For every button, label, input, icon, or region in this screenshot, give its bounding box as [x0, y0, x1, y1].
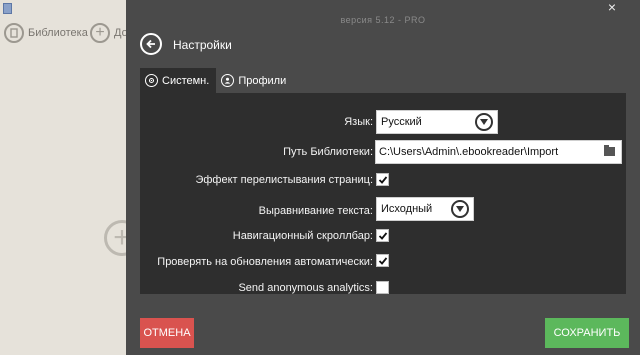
library-path-label: Путь Библиотеки:: [283, 146, 373, 158]
language-label: Язык:: [344, 116, 373, 128]
analytics-label: Send anonymous analytics:: [238, 282, 373, 294]
language-value: Русский: [381, 116, 422, 128]
page-turn-row: Эффект перелистывания страниц:: [140, 171, 626, 191]
alignment-value: Исходный: [381, 203, 433, 215]
auto-update-checkbox[interactable]: [376, 254, 389, 267]
language-row: Язык: Русский: [140, 110, 626, 134]
user-icon: [221, 74, 235, 87]
auto-update-label: Проверять на обновления автоматически:: [157, 256, 373, 268]
library-path-value: C:\Users\Admin\.ebookreader\Import: [379, 146, 559, 158]
alignment-row: Выравнивание текста: Исходный: [140, 197, 626, 222]
library-button-label: Библиотека: [28, 27, 88, 39]
app-icon: [3, 3, 12, 14]
analytics-checkbox[interactable]: [376, 281, 389, 294]
library-path-row: Путь Библиотеки: C:\Users\Admin\.ebookre…: [140, 140, 626, 164]
back-arrow-icon[interactable]: [140, 33, 162, 55]
tab-system-label: Системн.: [162, 74, 210, 87]
tab-profiles[interactable]: Профили: [216, 68, 293, 93]
library-button[interactable]: Библиотека: [4, 23, 88, 43]
folder-icon[interactable]: [604, 145, 615, 156]
plus-icon: +: [90, 23, 110, 43]
page-turn-label: Эффект перелистывания страниц:: [195, 174, 373, 186]
auto-update-row: Проверять на обновления автоматически:: [140, 253, 626, 273]
chevron-down-icon: [475, 113, 493, 131]
book-icon: [4, 23, 24, 43]
page-turn-checkbox[interactable]: [376, 173, 389, 186]
tab-profiles-label: Профили: [238, 74, 287, 87]
alignment-select[interactable]: Исходный: [376, 197, 474, 221]
library-path-input[interactable]: C:\Users\Admin\.ebookreader\Import: [375, 140, 622, 164]
settings-tabs: Системн. Профили: [140, 68, 293, 93]
settings-panel: версия 5.12 - PRO × Настройки Системн. П…: [126, 0, 640, 355]
gear-icon: [145, 74, 158, 87]
save-button[interactable]: СОХРАНИТЬ: [545, 318, 629, 348]
scrollbar-row: Навигационный скроллбар:: [140, 227, 626, 247]
scrollbar-label: Навигационный скроллбар:: [232, 230, 373, 242]
tab-system[interactable]: Системн.: [140, 68, 217, 93]
settings-content: Язык: Русский Путь Библиотеки: C:\Users\…: [140, 93, 626, 294]
scrollbar-checkbox[interactable]: [376, 229, 389, 242]
cancel-button[interactable]: ОТМЕНА: [140, 318, 194, 348]
chevron-down-icon: [451, 200, 469, 218]
language-select[interactable]: Русский: [376, 110, 498, 134]
dialog-footer: ОТМЕНА СОХРАНИТЬ: [126, 296, 640, 355]
page-title: Настройки: [173, 38, 232, 52]
version-label: версия 5.12 - PRO: [340, 15, 426, 25]
alignment-label: Выравнивание текста:: [258, 205, 373, 217]
add-button[interactable]: + До: [90, 23, 128, 43]
close-icon[interactable]: ×: [608, 0, 616, 15]
